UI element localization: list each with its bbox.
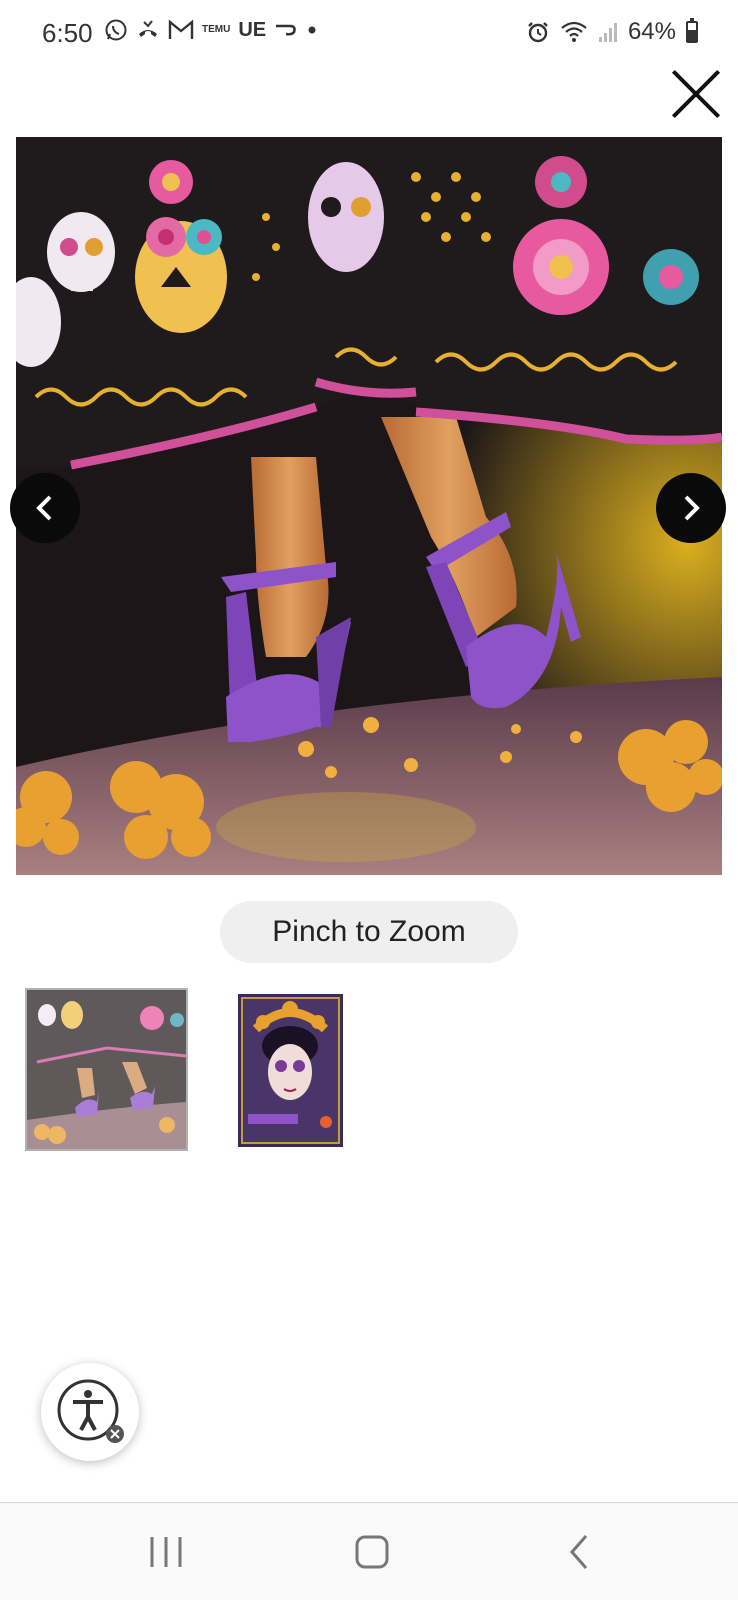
recent-apps-button[interactable] xyxy=(136,1527,196,1577)
missed-call-icon xyxy=(139,20,157,37)
chevron-left-icon xyxy=(36,495,52,521)
battery-icon xyxy=(686,18,698,43)
previous-image-button[interactable] xyxy=(10,473,80,543)
close-icon[interactable] xyxy=(668,66,724,122)
system-icons: 64% xyxy=(526,18,698,46)
back-icon xyxy=(570,1535,588,1569)
status-bar: 6:50 TEMU UE 64% xyxy=(0,0,738,70)
battery-percent: 64% xyxy=(627,18,676,45)
accessibility-icon xyxy=(57,1379,124,1443)
wifi-icon xyxy=(561,21,587,42)
navigation-bar xyxy=(0,1503,738,1600)
swipe-icon xyxy=(276,24,296,36)
doll-shoes-thumbnail[interactable] xyxy=(25,988,188,1151)
accessibility-button[interactable] xyxy=(41,1363,139,1461)
status-time: 6:50 xyxy=(42,18,93,48)
doll-box-thumbnail[interactable] xyxy=(238,994,343,1147)
recent-apps-icon xyxy=(150,1537,182,1567)
pinch-to-zoom-hint: Pinch to Zoom xyxy=(220,901,518,963)
home-icon xyxy=(355,1535,389,1569)
notification-icons: TEMU UE xyxy=(104,18,318,42)
whatsapp-icon xyxy=(105,19,127,41)
ue-text: UE xyxy=(238,18,267,41)
temu-icon: TEMU xyxy=(202,24,231,35)
gmail-icon xyxy=(168,19,194,39)
alarm-icon xyxy=(528,22,548,43)
dot-icon xyxy=(308,26,316,34)
product-image[interactable] xyxy=(16,137,722,875)
signal-icon xyxy=(598,23,617,42)
next-image-button[interactable] xyxy=(656,473,726,543)
back-button[interactable] xyxy=(550,1527,610,1577)
chevron-right-icon xyxy=(684,495,700,521)
home-button[interactable] xyxy=(342,1527,402,1577)
